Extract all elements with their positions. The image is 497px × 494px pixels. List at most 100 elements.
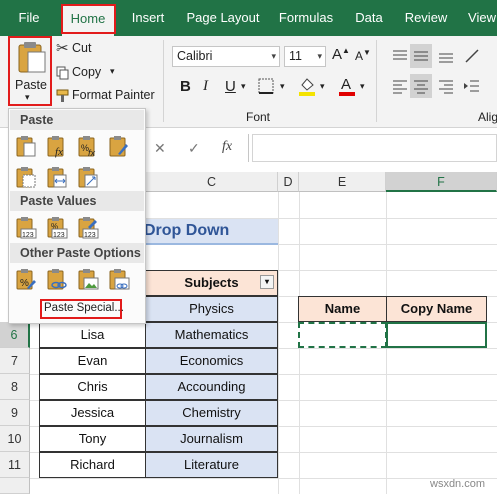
column-header-c[interactable]: C [146,172,278,192]
align-left-button[interactable] [390,76,410,96]
table-cell-subject[interactable]: Mathematics [145,322,278,348]
table-cell-subject[interactable]: Journalism [145,426,278,452]
sheet-title: Drop Down [144,222,230,239]
row-header-8[interactable]: 8 [0,374,30,400]
active-cell-f6[interactable] [386,322,487,348]
column-header-d[interactable]: D [278,172,299,192]
row-header-10[interactable]: 10 [0,426,30,452]
font-size-value: 11 [289,49,302,63]
font-group-label: Font [246,110,271,124]
paste-values-source-formatting-icon[interactable]: 123 [77,215,99,239]
column-header-f[interactable]: F [386,172,497,192]
font-size-select[interactable]: 11 ▾ [284,46,326,67]
underline-button[interactable]: U [225,78,236,95]
copy-label: Copy [72,65,102,79]
paste-no-borders-icon[interactable] [15,165,37,189]
top-align-button[interactable] [390,46,410,66]
table-cell-subject[interactable]: Economics [145,348,278,374]
paste-picture-icon[interactable] [77,267,99,291]
table-cell-name[interactable]: Tony [39,426,146,452]
enter-icon[interactable]: ✓ [188,140,200,157]
paste-formulas-icon[interactable]: fx [46,134,68,158]
tab-view[interactable]: View [462,0,497,36]
align-center-button[interactable] [410,74,432,98]
row-header-6[interactable]: 6 [0,322,30,348]
table-cell-name[interactable]: Chris [39,374,146,400]
align-right-button[interactable] [436,76,456,96]
group-separator [163,40,164,122]
cancel-icon[interactable]: ✕ [154,140,166,157]
format-painter-label: Format Painter [72,88,155,102]
paste-keep-column-widths-icon[interactable] [46,165,68,189]
orientation-button[interactable] [462,46,482,66]
chevron-down-icon: ▾ [317,51,322,61]
indent-icon [464,80,479,92]
paste-formatting-icon[interactable]: % [15,267,37,291]
shrink-font-button[interactable]: A▼ [355,48,371,63]
font-name-select[interactable]: Calibri ▾ [172,46,280,67]
paste-link-icon[interactable] [46,267,68,291]
tab-formulas[interactable]: Formulas [274,0,338,36]
row-header-11[interactable]: 11 [0,452,30,478]
orientation-icon [465,49,479,63]
chevron-down-icon: ▾ [271,51,276,61]
table-cell-name[interactable]: Evan [39,348,146,374]
paste-values-section-header: Paste Values [10,191,144,211]
grow-font-button[interactable]: A▲ [332,46,350,63]
paste-values-icon[interactable]: 123 [15,215,37,239]
paste-section-header: Paste [10,110,144,130]
row-header-7[interactable]: 7 [0,348,30,374]
italic-button[interactable]: I [203,78,208,95]
copy-name-header-cell[interactable]: Copy Name [386,296,487,322]
formula-input[interactable] [252,134,497,162]
table-cell-subject[interactable]: Accounding [145,374,278,400]
name-header-cell[interactable]: Name [298,296,387,322]
paste-values-number-formatting-icon[interactable]: % 123 [46,215,68,239]
insert-function-button[interactable]: fx [222,139,232,155]
font-color-button[interactable]: A [338,76,358,96]
filter-dropdown-icon[interactable]: ▾ [260,275,274,289]
table-cell-name[interactable]: Lisa [39,322,146,348]
tab-page-layout[interactable]: Page Layout [180,0,266,36]
indent-button[interactable] [462,76,482,96]
paste-transpose-icon[interactable] [77,165,99,189]
row-header-9[interactable]: 9 [0,400,30,426]
middle-align-button[interactable] [410,44,432,68]
paste-linked-picture-icon[interactable] [108,267,130,291]
svg-text:123: 123 [84,232,96,239]
group-separator [376,40,377,122]
bottom-align-button[interactable] [436,46,456,66]
paste-icon[interactable] [15,134,37,158]
paste-keep-source-formatting-icon[interactable] [108,134,130,158]
chevron-down-icon: ▾ [320,81,325,91]
subjects-header-cell[interactable]: Subjects ▾ [145,270,278,296]
tab-insert[interactable]: Insert [124,0,172,36]
grid-line [30,478,497,479]
watermark: wsxdn.com [430,478,486,490]
row-header-12[interactable] [0,478,30,494]
tab-review[interactable]: Review [400,0,452,36]
tab-data[interactable]: Data [348,0,390,36]
chevron-down-icon: ▾ [280,81,285,91]
subjects-header: Subjects [184,275,239,290]
table-cell-subject[interactable]: Literature [145,452,278,478]
column-header-e[interactable]: E [299,172,386,192]
formula-bar-divider [248,134,249,162]
other-paste-options-section-header: Other Paste Options [10,243,144,263]
align-right-icon [439,80,453,94]
tab-file[interactable]: File [10,0,48,36]
borders-button[interactable] [258,78,276,94]
paste-button-highlight [8,36,52,106]
table-cell-subject[interactable]: Physics [145,296,278,322]
table-cell-name[interactable]: Jessica [39,400,146,426]
table-cell-subject[interactable]: Chemistry [145,400,278,426]
home-tab-highlight [61,4,116,34]
borders-icon [258,78,274,94]
bold-button[interactable]: B [180,78,191,95]
table-cell-name[interactable]: Richard [39,452,146,478]
paste-special-button[interactable]: Paste Special... [40,299,124,319]
paste-formulas-number-formatting-icon[interactable]: % fx [77,134,99,158]
paste-special-label: Paste Special... [44,302,124,314]
fill-color-button[interactable] [298,76,318,96]
copied-cell-e6[interactable] [298,322,387,348]
